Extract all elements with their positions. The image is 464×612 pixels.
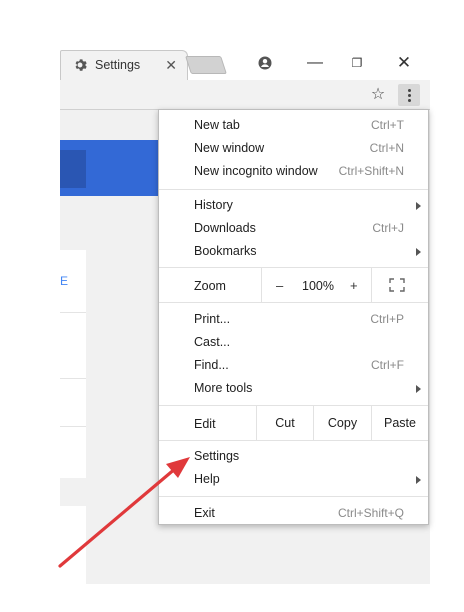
cut-button[interactable]: Cut [256, 406, 313, 440]
menu-item-new-tab[interactable]: New tab Ctrl+T [159, 114, 428, 137]
menu-item-settings[interactable]: Settings [159, 445, 428, 468]
menu-item-label: Exit [194, 506, 215, 520]
header-search-box[interactable] [60, 150, 86, 188]
tab-title: Settings [95, 58, 141, 72]
menu-item-label: Find... [194, 358, 229, 372]
menu-item-label: More tools [194, 381, 253, 395]
menu-item-more-tools[interactable]: More tools [159, 377, 428, 400]
fullscreen-icon[interactable] [389, 278, 405, 292]
menu-item-label: Print... [194, 312, 231, 326]
menu-item-shortcut: Ctrl+Shift+N [338, 164, 404, 178]
menu-item-shortcut: Ctrl+F [371, 358, 404, 372]
zoom-in-button[interactable]: + [350, 278, 358, 293]
menu-item-label: Help [194, 472, 220, 486]
minimize-button[interactable]: — [304, 52, 326, 74]
menu-item-print[interactable]: Print... Ctrl+P [159, 308, 428, 331]
menu-item-label: Cast... [194, 335, 231, 349]
settings-card: E [60, 250, 86, 478]
menu-item-exit[interactable]: Exit Ctrl+Shift+Q [159, 502, 428, 525]
edit-row: Edit Cut Copy Paste [159, 406, 428, 440]
menu-item-label: History [194, 198, 233, 212]
menu-item-label: Downloads [194, 221, 256, 235]
menu-item-shortcut: Ctrl+Shift+Q [337, 506, 404, 520]
menu-item-downloads[interactable]: Downloads Ctrl+J [159, 217, 428, 240]
submenu-arrow-icon [416, 202, 421, 210]
menu-button[interactable] [398, 84, 420, 106]
zoom-level: 100% [302, 279, 334, 293]
menu-divider [159, 302, 428, 303]
menu-item-shortcut: Ctrl+P [370, 312, 404, 326]
gear-icon [75, 59, 87, 71]
paste-button[interactable]: Paste [371, 406, 428, 440]
menu-item-label: New incognito window [194, 164, 318, 178]
menu-item-shortcut: Ctrl+N [369, 141, 404, 155]
menu-divider [159, 189, 428, 190]
menu-item-history[interactable]: History [159, 194, 428, 217]
card-link[interactable]: E [60, 274, 68, 288]
close-window-button[interactable]: ✕ [393, 52, 415, 74]
tab-close-icon[interactable]: ✕ [165, 57, 177, 74]
copy-button[interactable]: Copy [313, 406, 371, 440]
menu-item-new-incognito[interactable]: New incognito window Ctrl+Shift+N [159, 160, 428, 183]
zoom-row: Zoom – 100% + [159, 268, 428, 302]
restore-button[interactable]: ❐ [346, 52, 368, 74]
menu-divider [159, 440, 428, 441]
edit-label: Edit [194, 417, 216, 431]
menu-item-new-window[interactable]: New window Ctrl+N [159, 137, 428, 160]
page-header-bar [60, 140, 170, 196]
menu-item-label: New tab [194, 118, 240, 132]
settings-card-lower [60, 506, 86, 584]
submenu-arrow-icon [416, 385, 421, 393]
menu-item-shortcut: Ctrl+T [371, 118, 404, 132]
menu-item-label: New window [194, 141, 265, 155]
menu-item-label: Settings [194, 449, 240, 463]
menu-item-bookmarks[interactable]: Bookmarks [159, 240, 428, 263]
tab-strip: Settings ✕ — ❐ ✕ [60, 44, 430, 80]
menu-item-cast[interactable]: Cast... [159, 331, 428, 354]
menu-item-find[interactable]: Find... Ctrl+F [159, 354, 428, 377]
zoom-label: Zoom [194, 279, 226, 293]
account-icon[interactable] [254, 52, 276, 74]
bookmark-star-icon[interactable]: ☆ [368, 85, 388, 105]
menu-item-help[interactable]: Help [159, 468, 428, 491]
menu-divider [159, 496, 428, 497]
menu-item-label: Bookmarks [194, 244, 257, 258]
toolbar: ☆ [60, 80, 430, 110]
tab-settings[interactable]: Settings ✕ [60, 50, 188, 80]
submenu-arrow-icon [416, 476, 421, 484]
chrome-menu: New tab Ctrl+T New window Ctrl+N New inc… [158, 109, 429, 525]
new-tab-button[interactable] [185, 56, 227, 74]
submenu-arrow-icon [416, 248, 421, 256]
menu-item-shortcut: Ctrl+J [372, 221, 404, 235]
zoom-control: – 100% + [261, 268, 372, 302]
zoom-out-button[interactable]: – [276, 278, 283, 293]
